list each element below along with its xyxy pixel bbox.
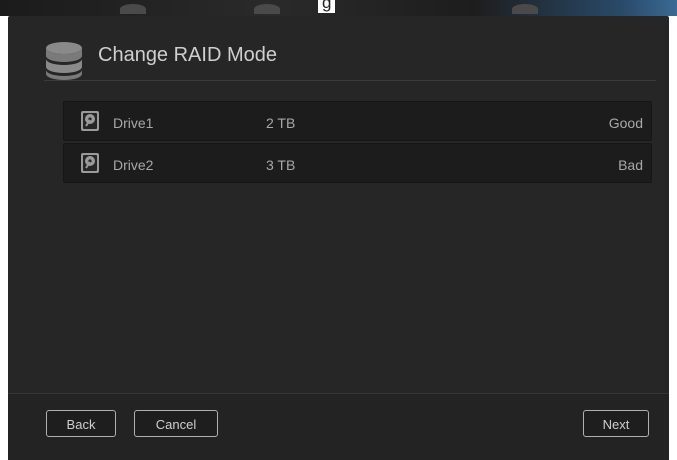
drive-size: 2 TB (266, 115, 296, 131)
database-icon (46, 42, 82, 80)
background-icon (120, 4, 146, 14)
drive-status: Good (608, 115, 643, 131)
drive-size: 3 TB (266, 157, 296, 173)
background-icon (254, 4, 280, 14)
background-strip (0, 0, 677, 16)
hard-drive-icon (81, 153, 99, 173)
hard-drive-icon (81, 111, 99, 131)
dialog-header: Change RAID Mode (44, 38, 656, 81)
dialog-footer: Back Cancel Next (8, 393, 669, 460)
dialog-title: Change RAID Mode (98, 44, 277, 66)
drive-row[interactable]: Drive1 2 TB Good (63, 101, 652, 141)
drive-name: Drive1 (113, 115, 154, 131)
back-button[interactable]: Back (46, 410, 116, 437)
drive-list: Drive1 2 TB Good Drive2 3 TB Bad (63, 101, 652, 185)
drive-status: Bad (618, 157, 643, 173)
background-icon (512, 4, 538, 14)
next-button[interactable]: Next (583, 410, 649, 437)
background-text: g (318, 0, 336, 13)
drive-row[interactable]: Drive2 3 TB Bad (63, 143, 652, 183)
change-raid-dialog: Change RAID Mode Drive1 2 TB Good Drive2… (8, 16, 669, 460)
drive-name: Drive2 (113, 157, 154, 173)
cancel-button[interactable]: Cancel (134, 410, 218, 437)
